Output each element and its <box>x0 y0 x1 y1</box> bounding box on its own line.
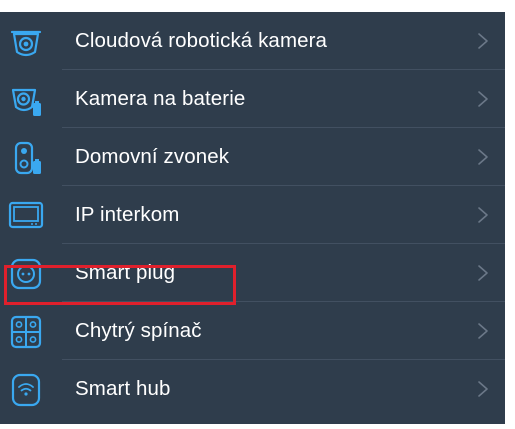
device-item-label: Smart plug <box>75 261 176 284</box>
device-item-intercom[interactable]: IP interkom <box>0 186 505 244</box>
smart-hub-icon <box>11 373 41 407</box>
chevron-right-icon <box>478 381 488 397</box>
device-item-smart-switch[interactable]: Chytrý spínač <box>0 302 505 360</box>
top-edge <box>0 0 505 12</box>
device-type-list: Cloudová robotická kamera Kamera na bate… <box>0 0 505 424</box>
device-item-battery-camera[interactable]: Kamera na baterie <box>0 70 505 128</box>
device-item-label: Domovní zvonek <box>75 145 230 168</box>
device-item-smart-plug[interactable]: Smart plug <box>0 244 505 302</box>
intercom-icon <box>8 201 44 229</box>
device-item-label: IP interkom <box>75 203 180 226</box>
chevron-right-icon <box>478 265 488 281</box>
smart-plug-icon <box>10 258 42 290</box>
device-item-label: Cloudová robotická kamera <box>75 29 328 52</box>
chevron-right-icon <box>478 91 488 107</box>
doorbell-icon <box>14 141 41 175</box>
device-item-smart-hub[interactable]: Smart hub <box>0 360 505 418</box>
device-item-label: Chytrý spínač <box>75 319 202 342</box>
chevron-right-icon <box>478 207 488 223</box>
robot-camera-icon <box>10 30 42 57</box>
device-item-label: Kamera na baterie <box>75 87 246 110</box>
device-item-doorbell[interactable]: Domovní zvonek <box>0 128 505 186</box>
chevron-right-icon <box>478 33 488 49</box>
smart-switch-icon <box>10 315 42 349</box>
chevron-right-icon <box>478 149 488 165</box>
chevron-right-icon <box>478 323 488 339</box>
battery-camera-icon <box>11 88 41 116</box>
device-item-label: Smart hub <box>75 377 171 400</box>
device-item-robot-camera[interactable]: Cloudová robotická kamera <box>0 12 505 70</box>
